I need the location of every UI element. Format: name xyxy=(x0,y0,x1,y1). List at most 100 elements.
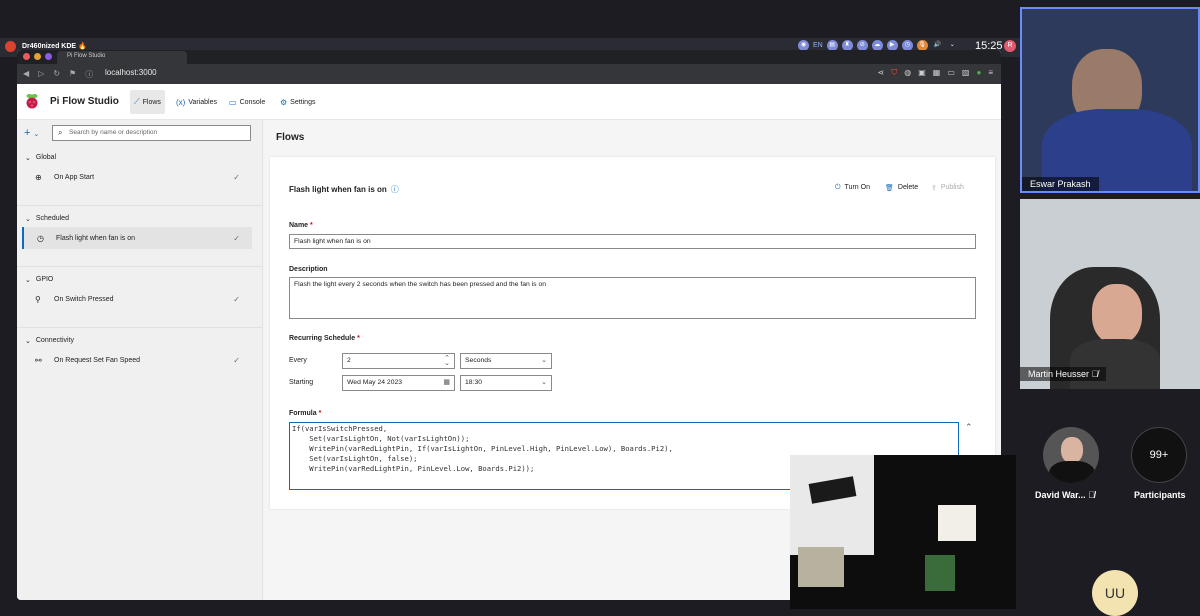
sidebar-icon[interactable]: ▭ xyxy=(947,68,955,78)
reload-icon[interactable]: ↻ xyxy=(53,69,60,80)
group-label: Connectivity xyxy=(35,337,75,344)
divider xyxy=(17,266,263,267)
page-title: Flows xyxy=(276,132,305,143)
starting-label: Starting xyxy=(289,379,314,386)
brave-shield-icon[interactable]: ⛉ xyxy=(891,68,897,78)
user-avatar[interactable]: R xyxy=(1004,40,1016,52)
close-window-icon[interactable] xyxy=(23,53,30,60)
vpn-icon[interactable]: ● xyxy=(976,68,981,78)
publish-icon: ⇪ xyxy=(931,185,937,192)
avatar-initials[interactable]: UU xyxy=(1092,570,1138,616)
label-text: Name xyxy=(289,222,309,229)
group-global[interactable]: ⌄ Global xyxy=(25,154,56,162)
nav-variables[interactable]: (x) Variables xyxy=(172,90,221,114)
nav-settings[interactable]: ⚙ Settings xyxy=(276,90,319,114)
console-icon: ▭ xyxy=(229,97,237,107)
every-label: Every xyxy=(289,357,307,364)
participants-count[interactable]: 99+ xyxy=(1131,427,1187,483)
extension-icon[interactable]: ▦ xyxy=(933,68,941,78)
url-field[interactable]: localhost:3000 xyxy=(105,68,157,77)
starting-date-picker[interactable]: Wed May 24 2023 ▦ xyxy=(342,375,455,391)
menu-icon[interactable]: ≡ xyxy=(988,68,993,78)
bookmark-icon[interactable]: ⚑ xyxy=(69,69,76,80)
extension-icon[interactable]: ▣ xyxy=(918,68,926,78)
video-tile-eswar[interactable]: Eswar Prakash xyxy=(1020,7,1200,193)
add-flow-button[interactable]: + ⌄ xyxy=(24,127,39,139)
flow-item-flash-light[interactable]: ◷ Flash light when fan is on ✓ xyxy=(22,227,252,249)
flow-item-on-app-start[interactable]: ⊕ On App Start ✓ xyxy=(22,166,252,188)
formula-label: Formula * xyxy=(289,410,321,417)
delete-button[interactable]: 🗑 Delete xyxy=(885,184,918,192)
share-icon[interactable]: ⋖ xyxy=(878,68,885,78)
spinner-icon[interactable]: ⌃ ⌄ xyxy=(444,355,450,367)
flow-item-on-request-set-fan-speed[interactable]: ⚯ On Request Set Fan Speed ✓ xyxy=(22,349,252,371)
panel-title: Dr460nized KDE 🔥 xyxy=(22,43,87,50)
name-field[interactable]: Flash light when fan is on xyxy=(289,234,976,249)
info-icon[interactable]: ⓘ xyxy=(85,69,93,80)
camera-feed-hardware xyxy=(790,455,1016,609)
wallet-icon[interactable]: ▨ xyxy=(962,68,970,78)
video-tile-martin[interactable]: Martin Heusser 🎙̸ xyxy=(1020,199,1200,389)
flow-item-label: Flash light when fan is on xyxy=(56,234,135,242)
participant-name: David War... 🎙̸ xyxy=(1035,490,1095,500)
group-connectivity[interactable]: ⌄ Connectivity xyxy=(25,337,74,345)
maximize-window-icon[interactable] xyxy=(45,53,52,60)
calendar-icon[interactable]: ▦ xyxy=(443,378,450,386)
publish-button[interactable]: ⇪ Publish xyxy=(931,184,964,192)
minimize-window-icon[interactable] xyxy=(34,53,41,60)
address-bar-row: ◀ ▷ ↻ ⚑ ⓘ localhost:3000 ⋖ ⛉ ◍ ▣ ▦ ▭ ▨ ●… xyxy=(17,64,1001,84)
info-icon[interactable]: ⓘ xyxy=(391,185,399,194)
globe-icon: ⊕ xyxy=(35,172,42,182)
chevron-down-icon: ⌄ xyxy=(25,277,31,284)
participant-name-text: Martin Heusser xyxy=(1028,369,1090,379)
description-field[interactable]: Flash the light every 2 seconds when the… xyxy=(289,277,976,319)
every-unit-select[interactable]: Seconds ⌄ xyxy=(460,353,552,369)
every-number-input[interactable]: 2 ⌃ ⌄ xyxy=(342,353,455,369)
avatar-david[interactable] xyxy=(1043,427,1099,483)
group-scheduled[interactable]: ⌄ Scheduled xyxy=(25,215,69,223)
power-icon: ⏻ xyxy=(835,184,841,191)
app-title: Pi Flow Studio xyxy=(50,96,119,107)
group-gpio[interactable]: ⌄ GPIO xyxy=(25,276,53,284)
back-icon[interactable]: ◀ xyxy=(23,69,29,80)
every-value: 2 xyxy=(347,357,351,364)
formula-line: Set(varIsLightOn, Not(varIsLightOn)); xyxy=(292,434,470,443)
formula-line: If(varIsSwitchPressed, xyxy=(292,424,388,433)
nav-console[interactable]: ▭ Console xyxy=(225,90,269,114)
chevron-up-icon[interactable]: ⌃ xyxy=(965,422,973,433)
group-label: Global xyxy=(35,154,57,161)
search-input[interactable]: ⌕ Search by name or description xyxy=(52,125,251,141)
network-icon: ⚯ xyxy=(35,355,42,365)
flows-sidebar: + ⌄ ⌕ Search by name or description ⌄ Glo… xyxy=(17,120,263,600)
button-label: Delete xyxy=(897,184,919,191)
tab-bar: Pi Flow Studio xyxy=(17,50,1001,64)
flow-item-label: On Request Set Fan Speed xyxy=(54,356,140,364)
chevron-down-icon: ⌄ xyxy=(541,357,547,364)
label-text: Recurring Schedule xyxy=(289,335,356,342)
divider xyxy=(17,205,263,206)
check-icon: ✓ xyxy=(233,233,240,243)
flow-item-on-switch-pressed[interactable]: ⚲ On Switch Pressed ✓ xyxy=(22,288,252,310)
forward-icon[interactable]: ▷ xyxy=(38,69,44,80)
search-placeholder: Search by name or description xyxy=(69,129,158,136)
check-icon: ✓ xyxy=(233,172,240,182)
nav-label: Flows xyxy=(142,98,161,106)
browser-tab[interactable]: Pi Flow Studio xyxy=(57,51,187,64)
schedule-label: Recurring Schedule * xyxy=(289,335,360,342)
starting-time-select[interactable]: 18:30 ⌄ xyxy=(460,375,552,391)
extension-icon[interactable]: ◍ xyxy=(904,68,911,78)
chevron-down-icon: ⌄ xyxy=(25,216,31,223)
pin-icon: ⚲ xyxy=(35,294,41,304)
trash-icon: 🗑 xyxy=(885,185,894,192)
required-mark: * xyxy=(357,335,360,342)
formula-line: WritePin(varRedLightPin, If(varIsLightOn… xyxy=(292,444,673,453)
kde-logo-icon[interactable] xyxy=(5,41,16,52)
turn-on-button[interactable]: ⏻ Turn On xyxy=(835,184,870,192)
chevron-down-icon: ⌄ xyxy=(25,338,31,345)
description-label: Description xyxy=(289,266,328,273)
flow-title: Flash light when fan is on ⓘ xyxy=(289,184,399,195)
required-mark: * xyxy=(310,222,313,229)
nav-flows[interactable]: ⟋ Flows xyxy=(130,90,165,114)
participant-name: Martin Heusser 🎙̸ xyxy=(1020,367,1107,381)
flow-item-label: On Switch Pressed xyxy=(54,295,114,303)
